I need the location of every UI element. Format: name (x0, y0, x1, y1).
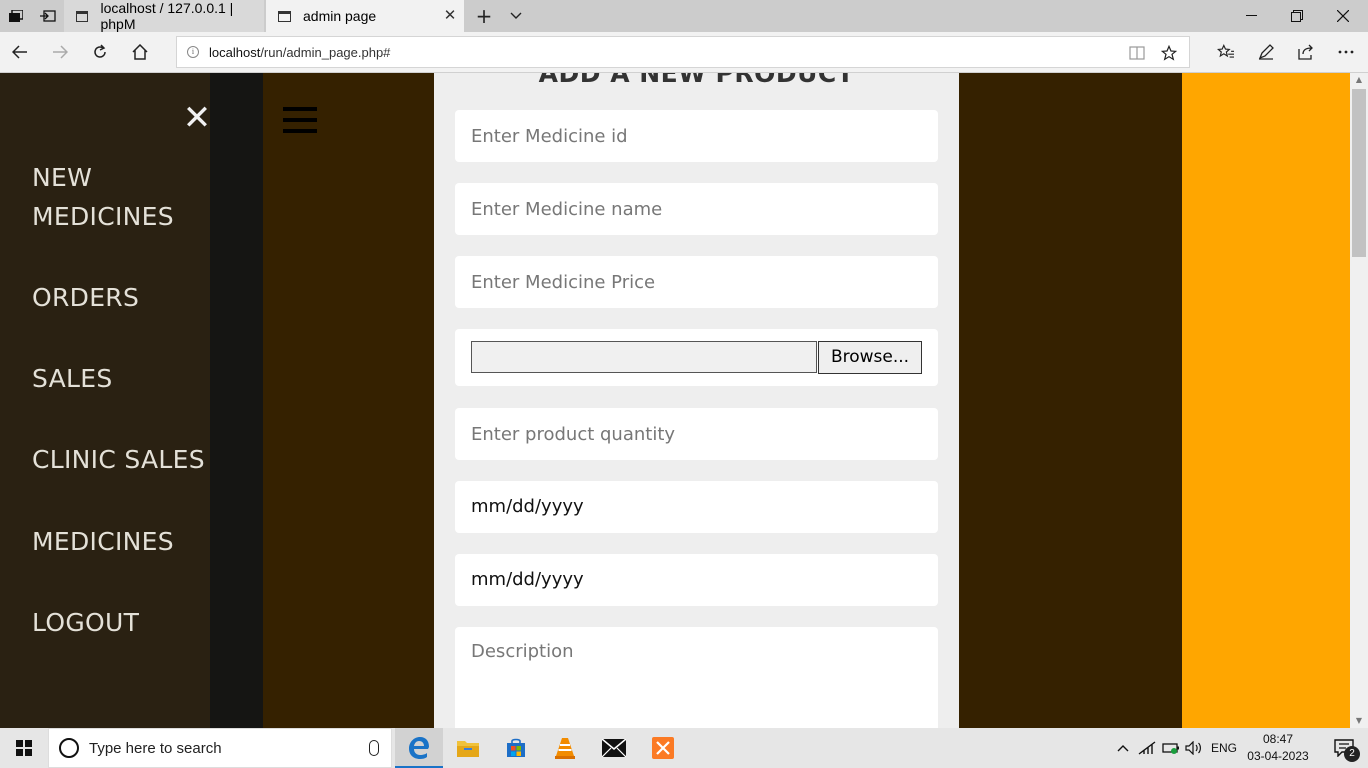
mail-icon[interactable] (590, 728, 638, 768)
accent-panel (1182, 73, 1350, 728)
wifi-icon[interactable] (1136, 728, 1158, 768)
tab-title: admin page (303, 8, 377, 24)
address-bar[interactable]: i localhost/run/admin_page.php# (176, 36, 1190, 68)
clock-date: 03-04-2023 (1247, 749, 1309, 763)
side-nav-medicines[interactable]: MEDICINES (32, 522, 174, 561)
share-icon[interactable] (1290, 36, 1322, 68)
page-viewport: ✕ NEW MEDICINES ORDERS SALES CLINIC SALE… (0, 73, 1368, 728)
close-icon[interactable]: ✕ (442, 8, 458, 24)
description-textarea[interactable] (455, 627, 938, 728)
tab-phpmyadmin[interactable]: localhost / 127.0.0.1 | phpM (64, 0, 264, 32)
back-arrow-icon[interactable] (4, 36, 36, 68)
language-indicator[interactable]: ENG (1207, 728, 1241, 768)
more-icon[interactable] (1330, 36, 1362, 68)
taskbar-search[interactable]: Type here to search (48, 728, 392, 768)
image-file-input: Browse... (455, 329, 938, 386)
tab-admin-page[interactable]: admin page ✕ (266, 0, 464, 32)
info-icon[interactable]: i (187, 46, 199, 58)
side-nav-clinic-sales[interactable]: CLINIC SALES (32, 440, 205, 479)
vlc-player-icon[interactable] (541, 728, 589, 768)
search-placeholder: Type here to search (89, 739, 222, 757)
battery-icon[interactable] (1160, 728, 1182, 768)
start-button[interactable] (0, 728, 48, 768)
file-explorer-icon[interactable] (444, 728, 492, 768)
url-text: localhost/run/admin_page.php# (209, 44, 391, 60)
side-nav-label: MEDICINES (32, 202, 174, 231)
side-nav-logout[interactable]: LOGOUT (32, 603, 139, 642)
scroll-thumb[interactable] (1352, 89, 1366, 257)
refresh-icon[interactable] (84, 36, 116, 68)
browse-button[interactable]: Browse... (818, 341, 922, 374)
pen-icon[interactable] (1250, 36, 1282, 68)
microphone-icon[interactable] (369, 740, 379, 756)
chevron-down-icon[interactable] (502, 0, 530, 32)
plus-icon[interactable]: + (470, 0, 498, 32)
expiry-date-input[interactable]: mm/dd/yyyy (455, 554, 938, 606)
star-icon[interactable] (1153, 37, 1185, 69)
notification-center-icon[interactable]: 2 (1320, 728, 1368, 768)
sidebar-shadow-strip (210, 73, 263, 728)
hamburger-menu-icon[interactable] (283, 107, 317, 137)
minimize-button[interactable] (1228, 0, 1274, 32)
browser-tab-strip: localhost / 127.0.0.1 | phpM admin page … (0, 0, 1368, 32)
window-close-button[interactable] (1320, 0, 1366, 32)
cortana-icon (59, 738, 79, 758)
page-icon (278, 10, 291, 22)
notification-badge: 2 (1344, 746, 1360, 762)
microsoft-store-icon[interactable] (492, 728, 540, 768)
clock-time: 08:47 (1262, 732, 1294, 746)
edge-app-icon[interactable] (395, 728, 443, 768)
file-name-box[interactable] (471, 341, 817, 373)
medicine-price-input[interactable] (455, 256, 938, 308)
scroll-down-icon[interactable]: ▼ (1350, 714, 1368, 728)
windows-taskbar: Type here to search ENG 08:47 03-04-2023… (0, 728, 1368, 768)
medicine-id-input[interactable] (455, 110, 938, 162)
reading-view-icon[interactable] (1121, 37, 1153, 69)
chevron-up-icon[interactable] (1112, 728, 1134, 768)
page-icon (76, 10, 89, 22)
side-nav-sales[interactable]: SALES (32, 359, 113, 398)
home-icon[interactable] (124, 36, 156, 68)
scroll-up-icon[interactable]: ▲ (1350, 73, 1368, 87)
product-quantity-input[interactable] (455, 408, 938, 460)
manufacture-date-input[interactable]: mm/dd/yyyy (455, 481, 938, 533)
side-nav-label: NEW (32, 163, 93, 192)
medicine-name-input[interactable] (455, 183, 938, 235)
volume-icon[interactable] (1183, 728, 1205, 768)
set-aside-tabs-icon[interactable] (32, 0, 64, 32)
side-nav-new-medicines[interactable]: NEW MEDICINES (32, 158, 174, 236)
taskbar-clock[interactable]: 08:47 03-04-2023 (1238, 731, 1318, 765)
forward-arrow-icon[interactable] (44, 36, 76, 68)
favorites-hub-icon[interactable] (1210, 36, 1242, 68)
tab-manager-icon[interactable] (0, 0, 32, 32)
windows-logo-icon (16, 740, 32, 756)
tab-title: localhost / 127.0.0.1 | phpM (100, 0, 234, 32)
page-scrollbar[interactable]: ▲ ▼ (1350, 73, 1368, 728)
restore-button[interactable] (1274, 0, 1320, 32)
form-title: ADD A NEW PRODUCT (538, 73, 855, 88)
xampp-icon[interactable] (639, 728, 687, 768)
side-nav: ✕ NEW MEDICINES ORDERS SALES CLINIC SALE… (0, 73, 213, 728)
close-icon[interactable]: ✕ (181, 101, 213, 135)
add-product-form: ADD A NEW PRODUCT Browse... mm/dd/yyyy m… (434, 73, 959, 728)
browser-toolbar: i localhost/run/admin_page.php# (0, 32, 1368, 73)
side-nav-orders[interactable]: ORDERS (32, 278, 139, 317)
